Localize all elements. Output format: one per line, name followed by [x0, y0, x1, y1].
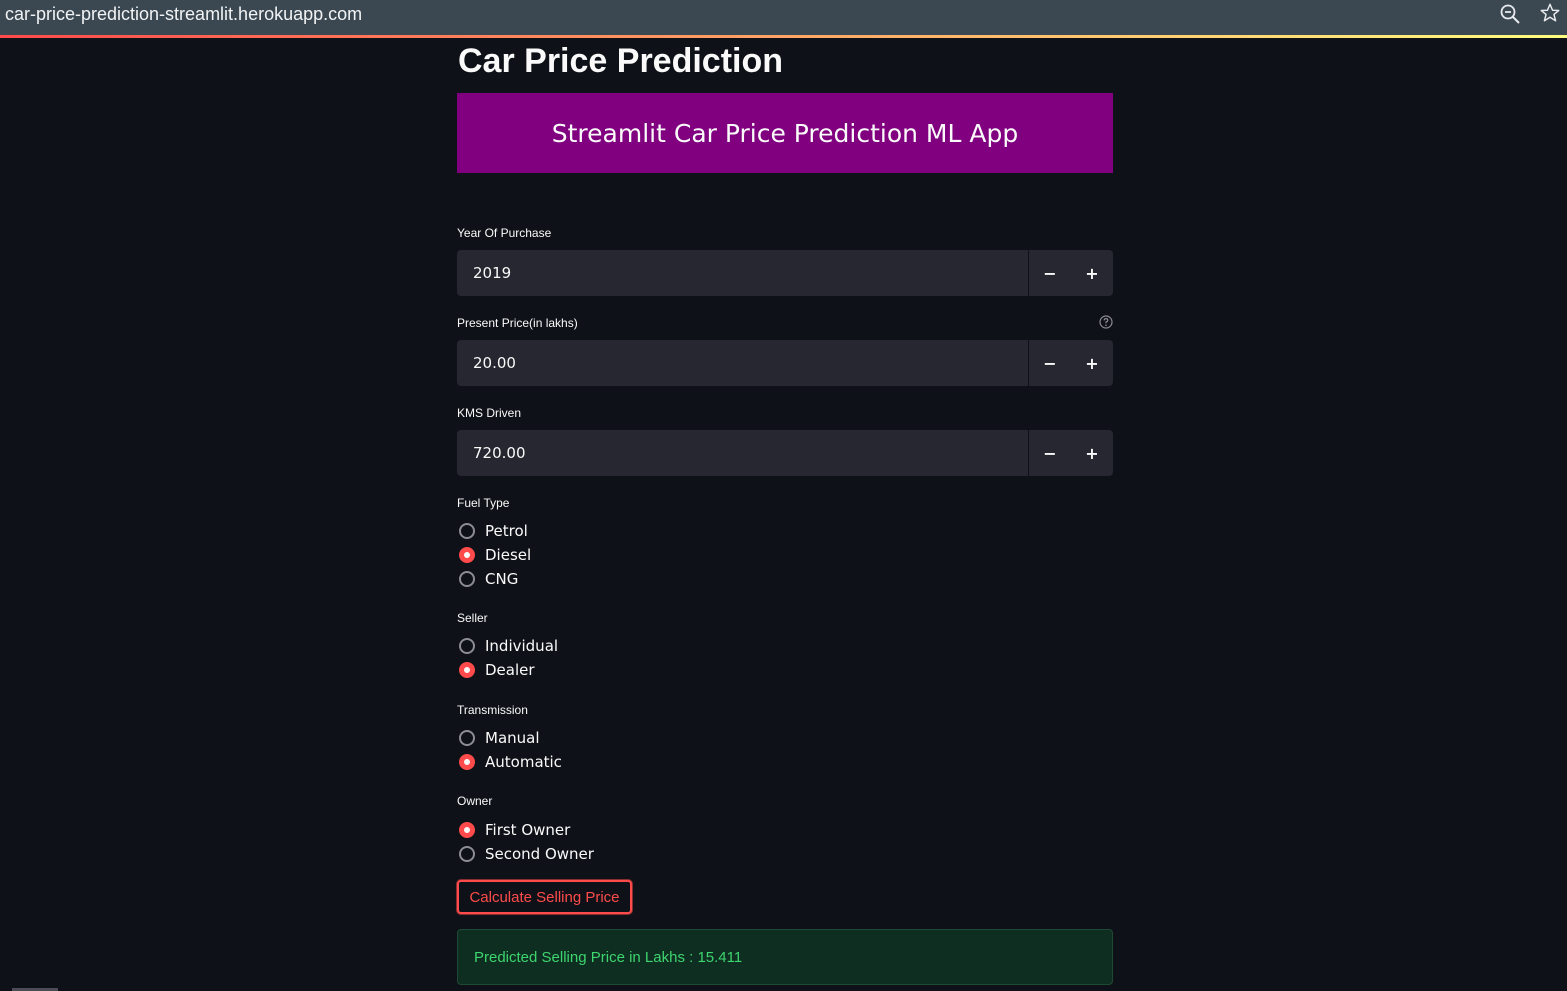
- present-price-number-input: 20.00 − +: [457, 340, 1113, 386]
- star-icon[interactable]: [1539, 2, 1561, 24]
- seller-option-individual[interactable]: Individual: [457, 634, 558, 658]
- transmission-option-manual[interactable]: Manual: [457, 726, 540, 750]
- page-title: Car Price Prediction: [458, 42, 784, 80]
- present-price-decrement-button[interactable]: −: [1029, 340, 1071, 386]
- present-price-field[interactable]: 20.00: [457, 340, 1028, 386]
- radio-circle-icon: [459, 523, 475, 539]
- fuel-type-label: Fuel Type: [457, 496, 510, 510]
- radio-label: Manual: [485, 729, 540, 747]
- fuel-type-option-cng[interactable]: CNG: [457, 567, 518, 591]
- radio-label: Dealer: [485, 661, 535, 679]
- help-icon[interactable]: [1099, 315, 1113, 329]
- radio-label: CNG: [485, 570, 519, 588]
- kms-driven-number-input: 720.00 − +: [457, 430, 1113, 476]
- radio-label: Second Owner: [485, 845, 594, 863]
- radio-label: Petrol: [485, 522, 528, 540]
- kms-driven-field[interactable]: 720.00: [457, 430, 1028, 476]
- radio-circle-icon: [459, 846, 475, 862]
- header-decoration-line: [0, 35, 1567, 38]
- kms-driven-label: KMS Driven: [457, 406, 522, 420]
- zoom-icon[interactable]: [1499, 3, 1521, 25]
- radio-label: Automatic: [485, 753, 562, 771]
- owner-option-second[interactable]: Second Owner: [457, 842, 594, 866]
- browser-toolbar: car-price-prediction-streamlit.herokuapp…: [0, 0, 1567, 35]
- seller-option-dealer[interactable]: Dealer: [457, 658, 535, 682]
- banner-text: Streamlit Car Price Prediction ML App: [551, 118, 1019, 148]
- owner-option-first[interactable]: First Owner: [457, 818, 570, 842]
- fuel-type-option-petrol[interactable]: Petrol: [457, 519, 528, 543]
- radio-circle-icon: [459, 638, 475, 654]
- year-increment-button[interactable]: +: [1071, 250, 1113, 296]
- radio-label: Individual: [485, 637, 559, 655]
- owner-label: Owner: [457, 794, 493, 808]
- radio-label: First Owner: [485, 821, 571, 839]
- present-price-label: Present Price(in lakhs): [457, 316, 578, 330]
- calculate-selling-price-button[interactable]: Calculate Selling Price: [457, 880, 632, 914]
- year-field[interactable]: 2019: [457, 250, 1028, 296]
- radio-circle-icon: [459, 547, 475, 563]
- transmission-label: Transmission: [457, 703, 528, 717]
- seller-label: Seller: [457, 611, 488, 625]
- prediction-result-text: Predicted Selling Price in Lakhs : 15.41…: [474, 948, 743, 966]
- url-bar[interactable]: car-price-prediction-streamlit.herokuapp…: [5, 4, 362, 25]
- radio-circle-icon: [459, 730, 475, 746]
- year-decrement-button[interactable]: −: [1029, 250, 1071, 296]
- app-banner: Streamlit Car Price Prediction ML App: [457, 93, 1113, 173]
- present-price-increment-button[interactable]: +: [1071, 340, 1113, 386]
- kms-driven-decrement-button[interactable]: −: [1029, 430, 1071, 476]
- year-label: Year Of Purchase: [457, 226, 552, 240]
- radio-circle-icon: [459, 754, 475, 770]
- kms-driven-increment-button[interactable]: +: [1071, 430, 1113, 476]
- fuel-type-option-diesel[interactable]: Diesel: [457, 543, 531, 567]
- transmission-option-automatic[interactable]: Automatic: [457, 750, 562, 774]
- radio-circle-icon: [459, 662, 475, 678]
- year-number-input: 2019 − +: [457, 250, 1113, 296]
- prediction-result-alert: Predicted Selling Price in Lakhs : 15.41…: [457, 929, 1113, 985]
- radio-label: Diesel: [485, 546, 532, 564]
- radio-circle-icon: [459, 822, 475, 838]
- radio-circle-icon: [459, 571, 475, 587]
